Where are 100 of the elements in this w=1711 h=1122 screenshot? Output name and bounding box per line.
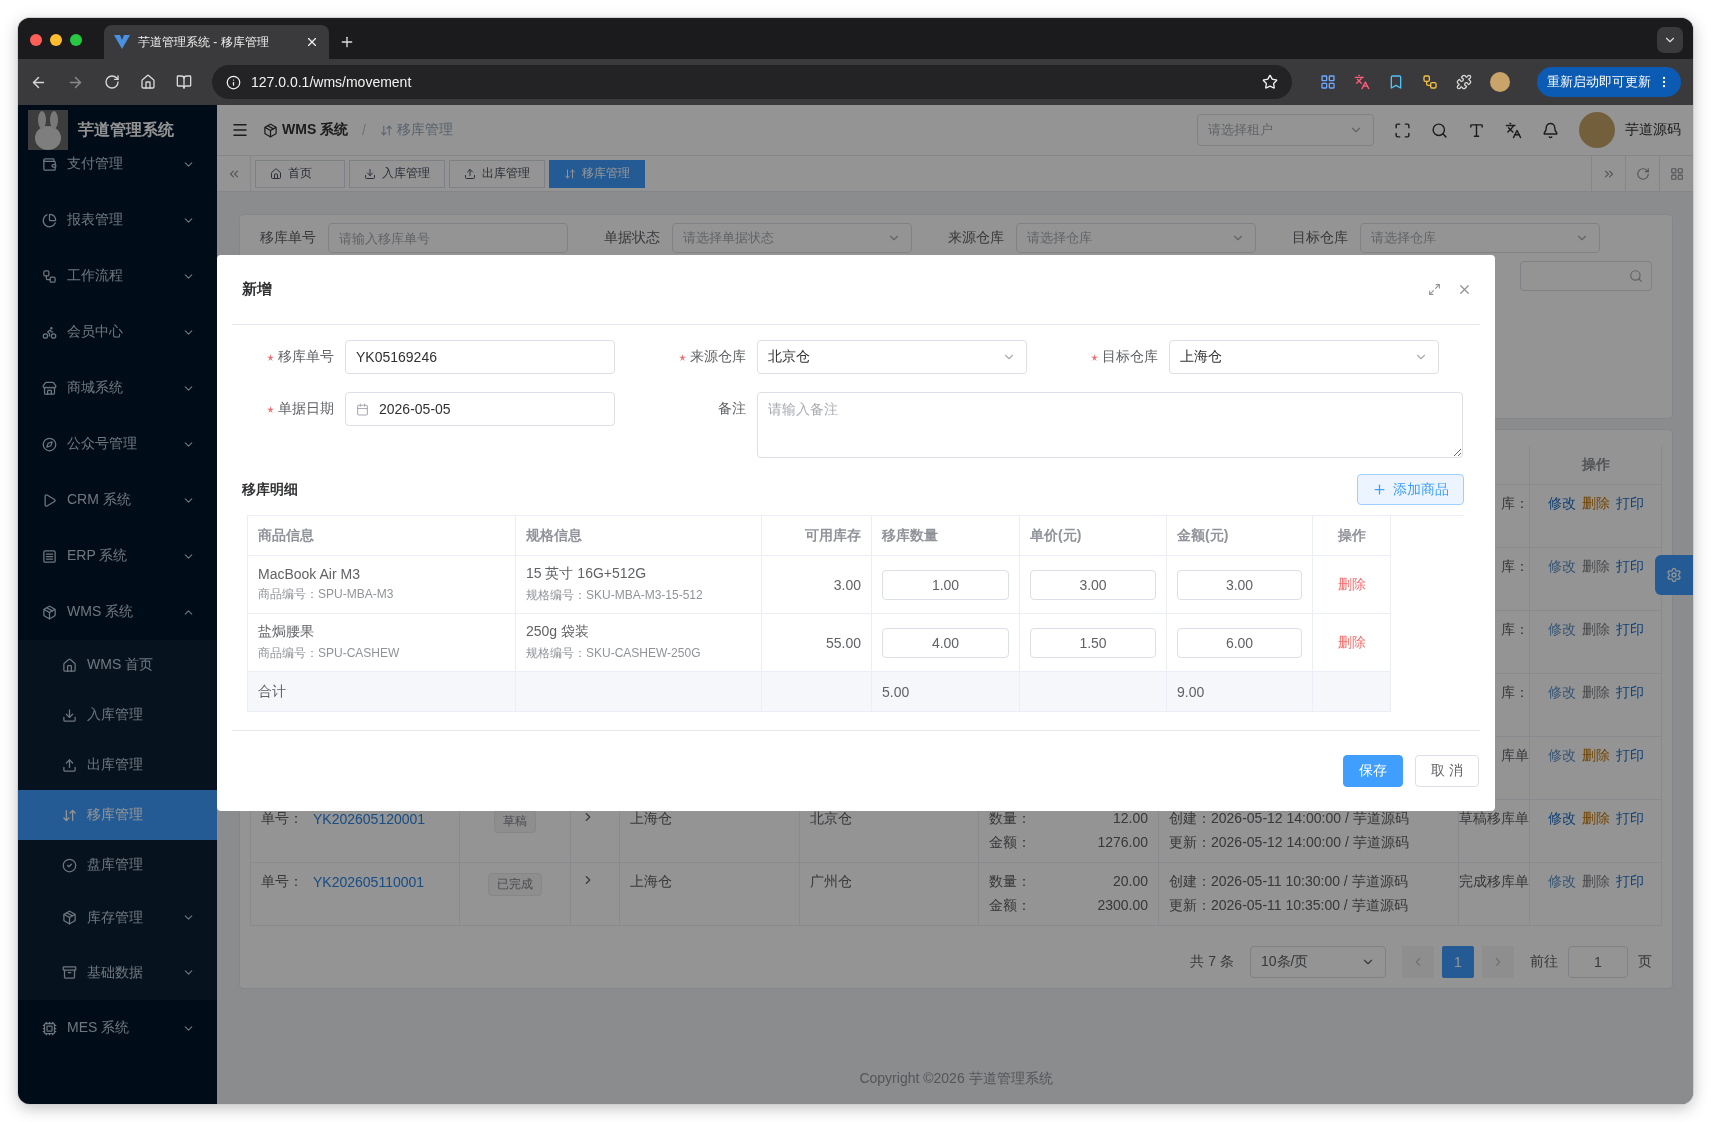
- spec-name: 250g 袋装: [526, 623, 590, 641]
- edit-link[interactable]: 修改: [1547, 495, 1576, 513]
- page-tab[interactable]: 入库管理: [349, 159, 445, 188]
- cancel-button[interactable]: 取 消: [1415, 755, 1479, 787]
- remark-text: 库：: [1501, 558, 1529, 576]
- amount-field[interactable]: 6.00: [1177, 627, 1302, 658]
- submenu-item[interactable]: 基础数据: [18, 945, 217, 1000]
- order-number-link[interactable]: YK202605120001: [313, 811, 426, 827]
- quantity-value: 20.00: [1112, 873, 1148, 891]
- menu-item[interactable]: MES 系统: [18, 1000, 217, 1056]
- delete-link[interactable]: 删除: [1581, 495, 1610, 513]
- edit-link[interactable]: 修改: [1547, 558, 1576, 576]
- page-button[interactable]: 1: [1442, 946, 1474, 978]
- print-link[interactable]: 打印: [1615, 873, 1644, 891]
- remark-text: 草稿移库单: [1459, 810, 1529, 828]
- app-title: 芋道管理系统: [78, 119, 174, 140]
- print-link[interactable]: 打印: [1615, 558, 1644, 576]
- table-cell: 3.00: [762, 556, 872, 614]
- price-field[interactable]: 3.00: [1030, 569, 1156, 600]
- print-link[interactable]: 打印: [1615, 747, 1644, 765]
- delete-link[interactable]: 删除: [1581, 810, 1610, 828]
- address-bar[interactable]: 127.0.0.1/wms/movement: [212, 65, 1292, 99]
- submenu-item[interactable]: 库存管理: [18, 890, 217, 945]
- delete-link[interactable]: 删除: [1337, 633, 1366, 652]
- page-size-select[interactable]: 10条/页: [1250, 946, 1386, 978]
- print-link[interactable]: 打印: [1615, 495, 1644, 513]
- edit-link[interactable]: 修改: [1547, 810, 1576, 828]
- menu-item[interactable]: 报表管理: [18, 192, 217, 248]
- remark-text: 库：: [1501, 621, 1529, 639]
- print-link[interactable]: 打印: [1615, 810, 1644, 828]
- remark-field[interactable]: 请输入备注: [757, 392, 1463, 458]
- date-field[interactable]: 2026-05-05: [345, 392, 615, 426]
- edit-link[interactable]: 修改: [1547, 684, 1576, 702]
- submenu-item[interactable]: 入库管理: [18, 690, 217, 740]
- amount-label: 金额：: [989, 897, 1031, 915]
- edit-link[interactable]: 修改: [1547, 873, 1576, 891]
- quantity-field[interactable]: 4.00: [882, 627, 1009, 658]
- update-button[interactable]: 重新启动即可更新: [1537, 67, 1681, 97]
- amount-label: 金额：: [989, 834, 1031, 852]
- delete-link[interactable]: 删除: [1581, 747, 1610, 765]
- page-tab[interactable]: 首页: [255, 159, 345, 188]
- edit-link[interactable]: 修改: [1547, 747, 1576, 765]
- form-label: 来源仓库: [644, 340, 757, 374]
- delete-link[interactable]: 删除: [1581, 558, 1610, 576]
- section-title: 移库明细: [242, 480, 298, 499]
- browser-tab[interactable]: 芋道管理系统 - 移库管理: [104, 25, 329, 59]
- menu-item[interactable]: 工作流程: [18, 248, 217, 304]
- number-label: 单号：: [261, 810, 303, 828]
- remark-text: 库：: [1501, 684, 1529, 702]
- save-button[interactable]: 保存: [1343, 755, 1404, 787]
- goto-label: 前往: [1530, 953, 1558, 971]
- menu-item[interactable]: WMS 系统: [18, 584, 217, 640]
- submenu-item[interactable]: 出库管理: [18, 740, 217, 790]
- status-tag: 草稿: [494, 810, 536, 833]
- delete-link[interactable]: 删除: [1581, 621, 1610, 639]
- created-info: 创建：2026-05-11 10:30:00 / 芋道源码: [1169, 873, 1409, 891]
- delete-link[interactable]: 删除: [1337, 575, 1366, 594]
- page-tab[interactable]: 出库管理: [449, 159, 545, 188]
- quantity-label: 数量：: [989, 810, 1031, 828]
- column-header: 可用库存: [762, 516, 872, 556]
- column-header: 移库数量: [872, 516, 1020, 556]
- submenu-item[interactable]: WMS 首页: [18, 640, 217, 690]
- quantity-field[interactable]: 1.00: [882, 569, 1009, 600]
- order-number-link[interactable]: YK202605110001: [313, 874, 425, 890]
- status-tag: 已完成: [488, 873, 542, 896]
- column-header: 规格信息: [516, 516, 762, 556]
- select-field[interactable]: 上海仓: [1169, 340, 1439, 374]
- spec-name: 15 英寸 16G+512G: [526, 565, 647, 583]
- menu-item[interactable]: 公众号管理: [18, 416, 217, 472]
- user-name[interactable]: 芋道源码: [1625, 121, 1681, 139]
- amount-field[interactable]: 3.00: [1177, 569, 1302, 600]
- breadcrumb-item[interactable]: WMS 系统: [263, 121, 349, 139]
- delete-link[interactable]: 删除: [1581, 873, 1610, 891]
- column-header: 操作: [1313, 516, 1391, 556]
- table-cell: 55.00: [762, 614, 872, 672]
- menu-item[interactable]: ERP 系统: [18, 528, 217, 584]
- print-link[interactable]: 打印: [1615, 684, 1644, 702]
- target-warehouse: 北京仓: [810, 810, 853, 828]
- menu-item[interactable]: 商城系统: [18, 360, 217, 416]
- print-link[interactable]: 打印: [1615, 621, 1644, 639]
- page-tab[interactable]: 移库管理: [549, 159, 645, 188]
- form-label: 目标仓库: [1056, 340, 1169, 374]
- submenu-item[interactable]: 移库管理: [18, 790, 217, 840]
- product-name: MacBook Air M3: [258, 566, 360, 582]
- price-field[interactable]: 1.50: [1030, 627, 1156, 658]
- tab-title: 芋道管理系统 - 移库管理: [138, 33, 270, 51]
- dialog-title: 新增: [242, 280, 272, 299]
- spec-code: 规格编号：SKU-MBA-M3-15-512: [526, 587, 703, 604]
- edit-link[interactable]: 修改: [1547, 621, 1576, 639]
- delete-link[interactable]: 删除: [1581, 684, 1610, 702]
- submenu-item[interactable]: 盘库管理: [18, 840, 217, 890]
- total-count: 共 7 条: [1190, 953, 1234, 971]
- input-field[interactable]: YK05169246: [345, 340, 615, 374]
- menu-item[interactable]: CRM 系统: [18, 472, 217, 528]
- menu-item[interactable]: 会员中心: [18, 304, 217, 360]
- select-field[interactable]: 北京仓: [757, 340, 1027, 374]
- add-product-button[interactable]: 添加商品: [1357, 474, 1464, 505]
- page-input[interactable]: 1: [1568, 946, 1628, 978]
- source-warehouse: 上海仓: [630, 873, 673, 891]
- filter-label: 移库单号: [260, 229, 316, 247]
